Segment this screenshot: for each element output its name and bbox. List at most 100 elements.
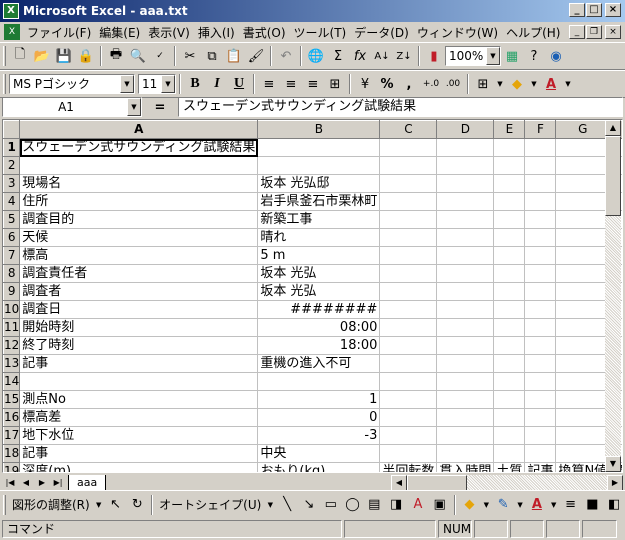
cell-a[interactable]: 調査責任者 — [19, 264, 259, 283]
cell-a[interactable]: 調査者 — [19, 282, 259, 301]
zoom-select[interactable]: 100% ▼ — [445, 46, 501, 66]
sort-ascending-icon[interactable]: A↓ — [371, 45, 393, 67]
align-left-icon[interactable]: ≡ — [258, 73, 280, 95]
print-icon[interactable]: 🖶 — [105, 45, 127, 67]
row-header[interactable]: 4 — [3, 192, 21, 211]
cell-f[interactable] — [524, 264, 557, 283]
align-center-icon[interactable]: ≡ — [280, 73, 302, 95]
cell-e[interactable] — [493, 300, 526, 319]
cell-e[interactable] — [493, 138, 526, 157]
line-color-icon[interactable]: ✎ — [492, 494, 514, 516]
document-icon[interactable]: X — [4, 24, 20, 40]
print-preview-icon[interactable]: 🔍 — [127, 45, 149, 67]
formula-equals[interactable]: = — [142, 100, 178, 115]
horizontal-scrollbar[interactable]: ◀ ▶ — [391, 474, 623, 491]
cell-a[interactable]: 住所 — [19, 192, 259, 211]
cell-g[interactable] — [555, 282, 611, 301]
row-header[interactable]: 10 — [3, 300, 21, 319]
menu-view[interactable]: 表示(V) — [144, 24, 194, 41]
row-header[interactable]: 18 — [3, 444, 21, 463]
cell-f[interactable] — [524, 354, 557, 373]
chevron-down-icon[interactable]: ▼ — [161, 75, 175, 93]
cell-e[interactable] — [493, 174, 526, 193]
toolbar-grip[interactable] — [3, 46, 6, 66]
vertical-scrollbar[interactable]: ▲ ▼ — [605, 120, 621, 472]
open-icon[interactable]: 📂 — [31, 45, 53, 67]
row-header[interactable]: 7 — [3, 246, 21, 265]
cell-e[interactable]: 土質 — [493, 462, 526, 472]
menu-insert[interactable]: 挿入(I) — [194, 24, 239, 41]
spelling-icon[interactable]: ✓ — [149, 45, 171, 67]
row-header[interactable]: 2 — [3, 156, 21, 175]
fill-color-icon[interactable]: ◆ — [506, 73, 528, 95]
chevron-down-icon[interactable]: ▼ — [514, 494, 526, 516]
cell-c[interactable]: 半回転数 — [379, 462, 438, 472]
chevron-down-icon[interactable]: ▼ — [93, 494, 105, 516]
row-header[interactable]: 13 — [3, 354, 21, 373]
cell-g[interactable] — [555, 408, 611, 427]
cell-b[interactable]: 中央 — [257, 444, 381, 463]
row-header[interactable]: 1 — [3, 138, 21, 157]
merge-center-icon[interactable]: ⊞ — [324, 73, 346, 95]
line-style-icon[interactable]: ≡ — [560, 494, 582, 516]
cell-c[interactable] — [379, 282, 438, 301]
menu-file[interactable]: ファイル(F) — [23, 24, 95, 41]
chevron-down-icon[interactable]: ▼ — [264, 494, 276, 516]
row-header[interactable]: 8 — [3, 264, 21, 283]
cell-a[interactable]: 深度(m) — [19, 462, 259, 472]
sheet-tab-aaa[interactable]: aaa — [68, 474, 107, 491]
cell-a[interactable]: 終了時刻 — [19, 336, 259, 355]
cell-b[interactable]: 新築工事 — [257, 210, 381, 229]
formula-input[interactable]: スウェーデン式サウンディング試験結果 — [178, 97, 623, 117]
cell-e[interactable] — [493, 444, 526, 463]
row-header[interactable]: 17 — [3, 426, 21, 445]
cell-f[interactable]: 記事 — [524, 462, 557, 472]
new-icon[interactable]: 🗋 — [9, 45, 31, 67]
cell-a[interactable]: 調査目的 — [19, 210, 259, 229]
cell-a[interactable]: 記事 — [19, 444, 259, 463]
cell-g[interactable] — [555, 336, 611, 355]
cell-c[interactable] — [379, 444, 438, 463]
cell-f[interactable] — [524, 444, 557, 463]
menu-format[interactable]: 書式(O) — [239, 24, 290, 41]
oval-icon[interactable]: ◯ — [342, 494, 364, 516]
minimize-button[interactable]: _ — [569, 3, 585, 17]
cell-b[interactable]: 坂本 光弘 — [257, 282, 381, 301]
autosum-icon[interactable]: Σ — [327, 45, 349, 67]
font-name-select[interactable]: MS Pゴシック ▼ — [9, 74, 135, 94]
cell-e[interactable] — [493, 426, 526, 445]
name-box[interactable]: A1 ▼ — [2, 97, 142, 117]
scroll-up-icon[interactable]: ▲ — [605, 120, 621, 136]
cell-f[interactable] — [524, 282, 557, 301]
scroll-thumb[interactable] — [605, 136, 621, 216]
cell-d[interactable] — [436, 210, 495, 229]
cell-b[interactable]: 重機の進入不可 — [257, 354, 381, 373]
cell-e[interactable] — [493, 408, 526, 427]
cell-b[interactable]: 08:00 — [257, 318, 381, 337]
bold-button[interactable]: B — [184, 73, 206, 95]
cell-d[interactable] — [436, 264, 495, 283]
cell-f[interactable] — [524, 192, 557, 211]
cell-f[interactable] — [524, 210, 557, 229]
select-objects-icon[interactable]: ↖ — [105, 494, 127, 516]
cell-d[interactable] — [436, 336, 495, 355]
first-sheet-icon[interactable]: |◀ — [2, 475, 18, 491]
cell-g[interactable] — [555, 372, 611, 391]
column-header[interactable]: D — [436, 120, 495, 139]
cell-g[interactable] — [555, 426, 611, 445]
cell-g[interactable] — [555, 246, 611, 265]
cell-d[interactable]: 貫入時間 — [436, 462, 495, 472]
cell-e[interactable] — [493, 354, 526, 373]
row-header[interactable]: 9 — [3, 282, 21, 301]
toolbar-grip[interactable] — [3, 494, 6, 515]
row-header[interactable]: 12 — [3, 336, 21, 355]
cell-b[interactable]: ######## — [257, 300, 381, 319]
shadow-icon[interactable]: ■ — [581, 494, 603, 516]
cell-e[interactable] — [493, 156, 526, 175]
cell-d[interactable] — [436, 390, 495, 409]
row-header[interactable]: 5 — [3, 210, 21, 229]
maximize-button[interactable]: □ — [586, 3, 602, 17]
wordart-icon[interactable]: ◨ — [385, 494, 407, 516]
cell-e[interactable] — [493, 264, 526, 283]
cell-e[interactable] — [493, 210, 526, 229]
